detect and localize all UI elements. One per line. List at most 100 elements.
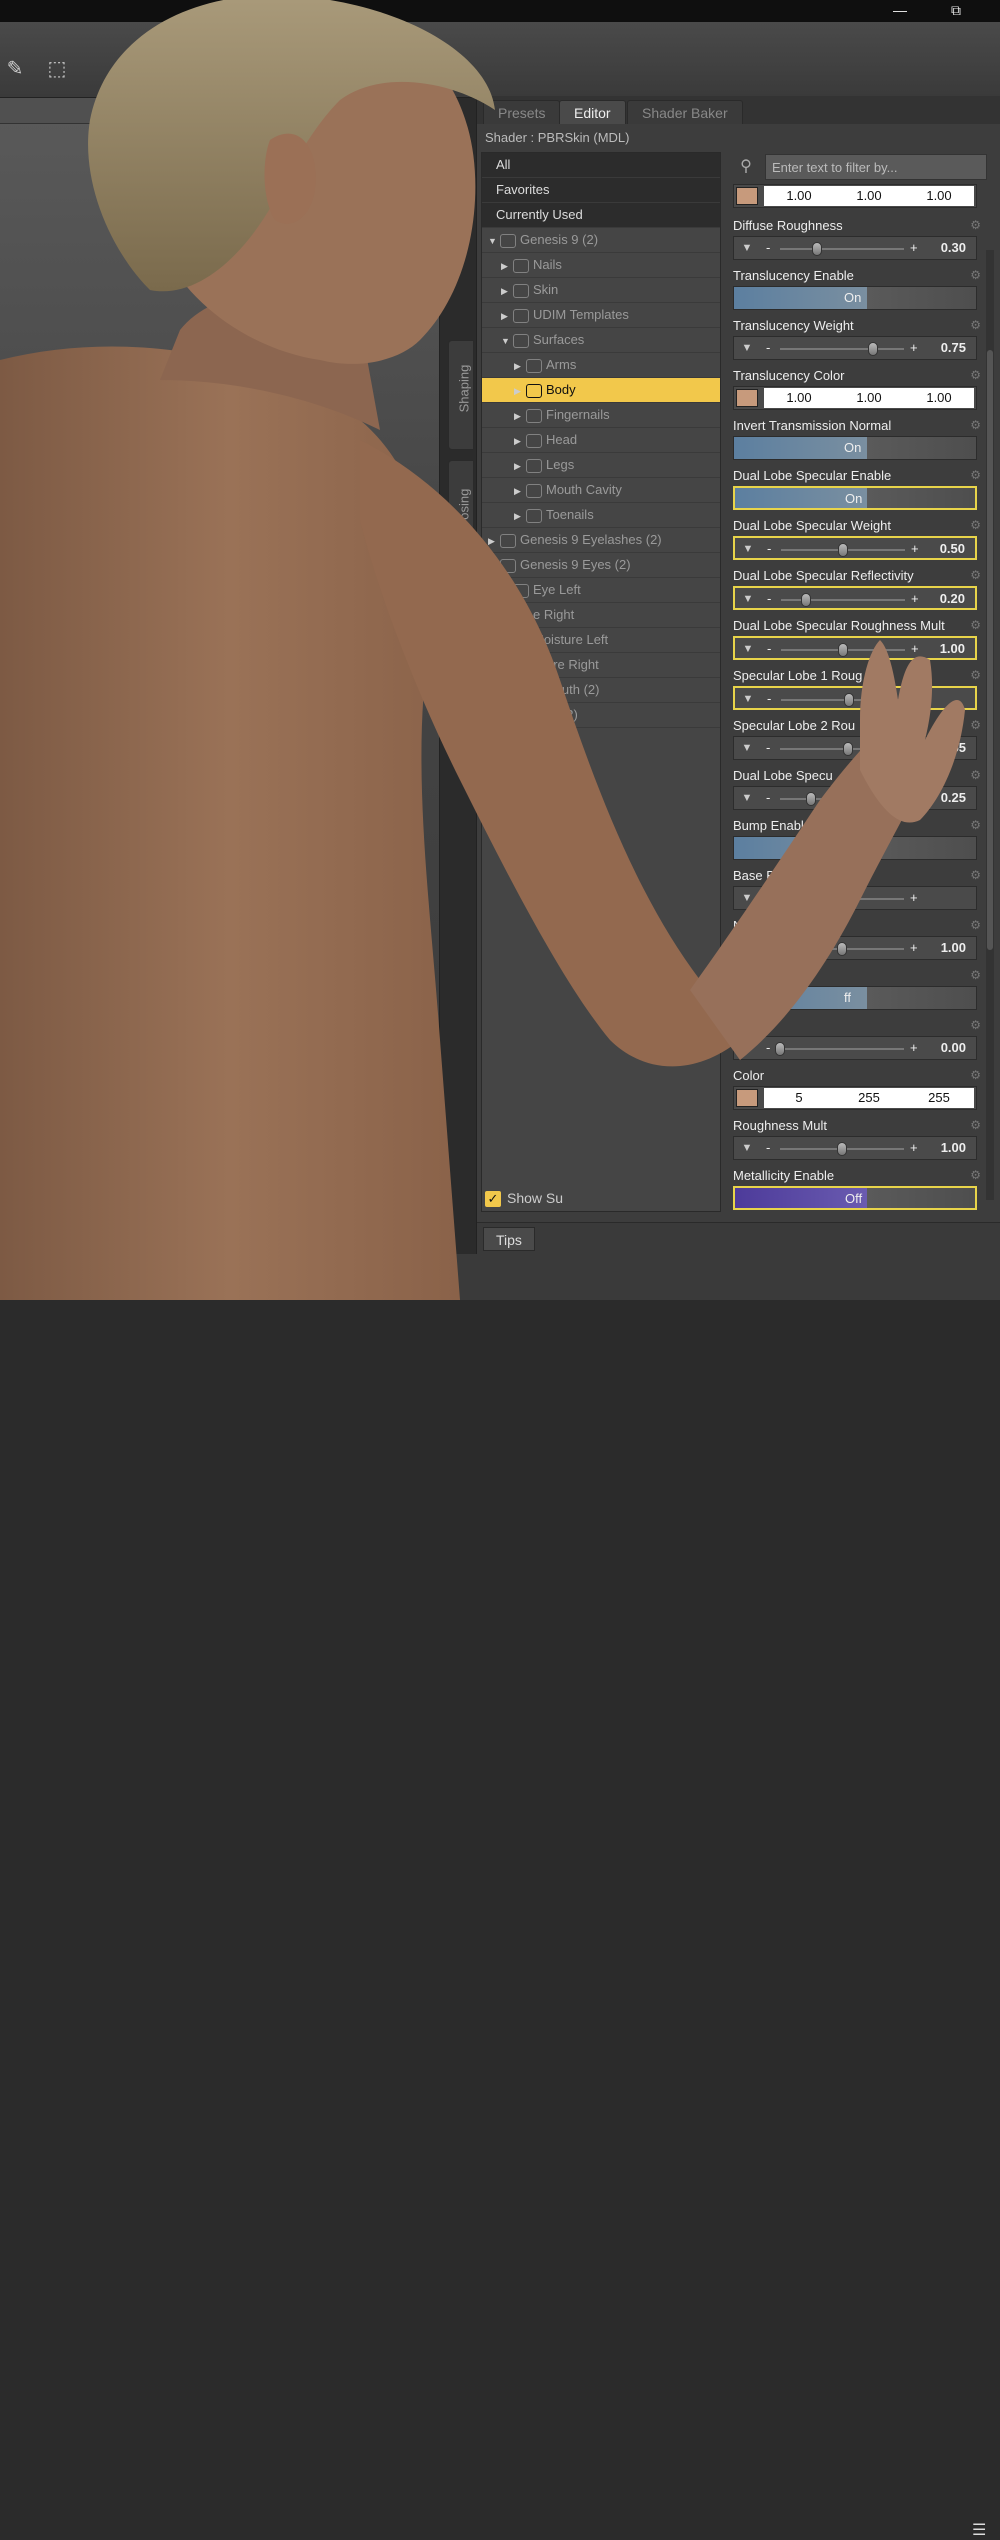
slider-control[interactable]: ▼ - +55 bbox=[733, 736, 977, 760]
color-value[interactable]: 255 bbox=[904, 1088, 974, 1108]
slider-control[interactable]: ▼ - +1.00 bbox=[733, 636, 977, 660]
slider-control[interactable]: ▼ - +0.30 bbox=[733, 236, 977, 260]
increment-button[interactable]: + bbox=[910, 1039, 918, 1057]
toggle-control[interactable]: On bbox=[733, 486, 977, 510]
slider-track[interactable] bbox=[781, 699, 905, 701]
expand-right-icon[interactable]: ▶ bbox=[501, 304, 513, 327]
expand-right-icon[interactable]: ▶ bbox=[514, 454, 526, 477]
color-values[interactable]: 1.00 1.00 1.00 bbox=[764, 388, 974, 408]
slider-knob[interactable] bbox=[838, 543, 848, 557]
toggle-control[interactable] bbox=[733, 836, 977, 860]
toggle-switch[interactable]: Off bbox=[735, 1188, 975, 1208]
gear-icon[interactable]: ⚙ bbox=[970, 218, 981, 232]
tab-shader-baker[interactable]: Shader Baker bbox=[627, 100, 743, 124]
expand-down-icon[interactable]: ▼ bbox=[501, 329, 513, 352]
color-value[interactable]: 1.00 bbox=[764, 186, 834, 206]
dropdown-icon[interactable]: ▼ bbox=[736, 789, 758, 807]
increment-button[interactable]: + bbox=[911, 540, 919, 558]
tree-filter-all[interactable]: All bbox=[482, 153, 720, 178]
toggle-switch[interactable]: ff bbox=[734, 987, 976, 1009]
dropdown-icon[interactable]: ▼ bbox=[737, 540, 759, 558]
decrement-button[interactable]: - bbox=[766, 1039, 770, 1057]
increment-button[interactable]: + bbox=[910, 889, 918, 907]
tree-item[interactable]: ▶ Body bbox=[482, 378, 720, 403]
color-control[interactable]: 1.00 1.00 1.00 bbox=[733, 386, 977, 410]
slider-value[interactable]: 0.20 bbox=[940, 590, 965, 608]
toggle-control[interactable]: ff bbox=[733, 986, 977, 1010]
slider-value[interactable]: 0.30 bbox=[941, 239, 966, 257]
color-control[interactable]: 1.00 1.00 1.00 bbox=[733, 184, 977, 208]
slider-track[interactable] bbox=[780, 1048, 904, 1050]
slider-track[interactable] bbox=[780, 348, 904, 350]
slider-track[interactable] bbox=[780, 898, 904, 900]
tips-tab[interactable]: Tips bbox=[483, 1227, 535, 1251]
slider-control[interactable]: ▼ - +0.50 bbox=[733, 536, 977, 560]
color-value[interactable]: 255 bbox=[834, 1088, 904, 1108]
toggle-control[interactable]: On bbox=[733, 286, 977, 310]
tree-item[interactable]: ▼ Genesis 9 (2) bbox=[482, 228, 720, 253]
dropdown-icon[interactable]: ▼ bbox=[736, 239, 758, 257]
dropdown-icon[interactable]: ▼ bbox=[737, 690, 759, 708]
panel-menu-icon[interactable]: ☰ bbox=[972, 2520, 986, 2540]
slider-knob[interactable] bbox=[775, 1042, 785, 1056]
minimize-button[interactable]: — bbox=[880, 0, 920, 22]
slider-control[interactable]: ▼ - + bbox=[733, 886, 977, 910]
gear-icon[interactable]: ⚙ bbox=[970, 768, 981, 782]
gear-icon[interactable]: ⚙ bbox=[970, 868, 981, 882]
tab-shaping[interactable]: Shaping bbox=[448, 340, 474, 450]
slider-knob[interactable] bbox=[806, 792, 816, 806]
toggle-switch[interactable]: On bbox=[734, 287, 976, 309]
gear-icon[interactable]: ⚙ bbox=[970, 368, 981, 382]
color-value[interactable]: 1.00 bbox=[764, 388, 834, 408]
slider-track[interactable] bbox=[780, 798, 904, 800]
slider-knob[interactable] bbox=[800, 593, 811, 607]
increment-button[interactable]: + bbox=[911, 640, 919, 658]
tree-item[interactable]: ▶ Nails bbox=[482, 253, 720, 278]
viewport[interactable] bbox=[0, 98, 440, 1258]
filter-input[interactable] bbox=[765, 154, 987, 180]
decrement-button[interactable]: - bbox=[766, 339, 770, 357]
slider-control[interactable]: ▼ - +0.75 bbox=[733, 336, 977, 360]
gear-icon[interactable]: ⚙ bbox=[970, 1168, 981, 1182]
tree-item[interactable]: ▶ Legs bbox=[482, 453, 720, 478]
color-swatch[interactable] bbox=[736, 187, 758, 205]
gear-icon[interactable]: ⚙ bbox=[970, 718, 981, 732]
slider-track[interactable] bbox=[780, 248, 904, 250]
tree-item[interactable]: Eye Left bbox=[482, 578, 720, 603]
dropdown-icon[interactable]: ▼ bbox=[736, 339, 758, 357]
tree-filter-currently-used[interactable]: Currently Used bbox=[482, 203, 720, 228]
tree-item[interactable]: ▶ UDIM Templates bbox=[482, 303, 720, 328]
slider-track[interactable] bbox=[780, 748, 904, 750]
decrement-button[interactable]: - bbox=[767, 540, 771, 558]
tab-posing[interactable]: Posing bbox=[448, 460, 474, 550]
slider-control[interactable]: ▼ - + bbox=[733, 686, 977, 710]
decrement-button[interactable]: - bbox=[767, 690, 771, 708]
dropdown-icon[interactable]: ▼ bbox=[736, 1039, 758, 1057]
gear-icon[interactable]: ⚙ bbox=[970, 1068, 981, 1082]
slider-control[interactable]: ▼ - +0.00 bbox=[733, 1036, 977, 1060]
slider-knob[interactable] bbox=[844, 693, 855, 707]
increment-button[interactable]: + bbox=[911, 590, 919, 608]
increment-button[interactable]: + bbox=[910, 339, 918, 357]
slider-knob[interactable] bbox=[812, 242, 823, 256]
expand-right-icon[interactable]: ▶ bbox=[514, 379, 526, 402]
decrement-button[interactable]: - bbox=[766, 889, 770, 907]
restore-button[interactable]: ⧉ bbox=[936, 0, 976, 22]
property-scrollbar[interactable] bbox=[986, 250, 994, 1200]
decrement-button[interactable]: - bbox=[767, 590, 771, 608]
expand-down-icon[interactable]: ▼ bbox=[488, 229, 500, 252]
expand-right-icon[interactable]: ▶ bbox=[488, 554, 500, 577]
gear-icon[interactable]: ⚙ bbox=[970, 1118, 981, 1132]
dropdown-icon[interactable]: ▼ bbox=[736, 889, 758, 907]
decrement-button[interactable]: - bbox=[766, 939, 770, 957]
increment-button[interactable]: + bbox=[910, 739, 918, 757]
gear-icon[interactable]: ⚙ bbox=[970, 818, 981, 832]
toggle-switch[interactable]: On bbox=[735, 488, 975, 508]
dropdown-icon[interactable]: ▼ bbox=[736, 1139, 758, 1157]
expand-right-icon[interactable]: ▶ bbox=[488, 529, 500, 552]
toggle-switch[interactable]: On bbox=[734, 437, 976, 459]
color-value[interactable]: 1.00 bbox=[904, 388, 974, 408]
tree-item[interactable]: e Right bbox=[482, 603, 720, 628]
color-value[interactable]: 5 bbox=[764, 1088, 834, 1108]
tree-item[interactable]: ▶ Skin bbox=[482, 278, 720, 303]
